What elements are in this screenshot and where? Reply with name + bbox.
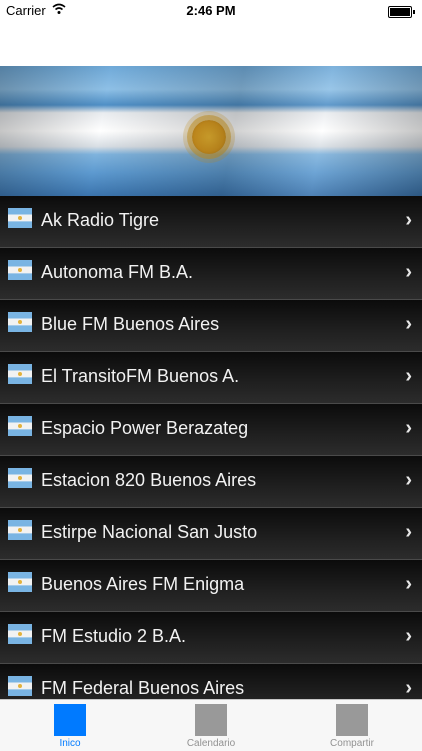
station-name: FM Federal Buenos Aires <box>41 678 245 698</box>
argentina-flag-icon <box>8 572 32 592</box>
argentina-flag-icon <box>8 468 32 488</box>
station-row[interactable]: FM Federal Buenos Aires › <box>0 664 422 699</box>
station-name: FM Estudio 2 B.A. <box>41 626 187 646</box>
chevron-right-icon: › <box>405 625 412 647</box>
argentina-flag-icon <box>8 260 32 280</box>
battery-icon <box>388 6 415 18</box>
station-row[interactable]: Blue FM Buenos Aires › <box>0 300 422 352</box>
chevron-right-icon: › <box>405 417 412 439</box>
station-row[interactable]: Ak Radio Tigre › <box>0 196 422 248</box>
argentina-flag-icon <box>8 520 32 540</box>
chevron-right-icon: › <box>405 677 412 699</box>
tab-icon <box>195 704 227 736</box>
station-name: El TransitoFM Buenos A. <box>41 366 240 386</box>
chevron-right-icon: › <box>405 209 412 231</box>
argentina-flag-icon <box>8 676 32 696</box>
status-bar: Carrier 2:46 PM <box>0 0 422 22</box>
navigation-bar <box>0 22 422 66</box>
tab-icon <box>54 704 86 736</box>
status-time: 2:46 PM <box>186 3 236 18</box>
station-row[interactable]: Espacio Power Berazateg › <box>0 404 422 456</box>
station-row[interactable]: Estirpe Nacional San Justo › <box>0 508 422 560</box>
station-row[interactable]: FM Estudio 2 B.A. › <box>0 612 422 664</box>
station-name: Estirpe Nacional San Justo <box>41 522 258 542</box>
station-name: Ak Radio Tigre <box>41 210 160 230</box>
argentina-flag-banner <box>0 66 422 196</box>
tab-label: Calendario <box>186 738 236 749</box>
argentina-flag-icon <box>8 364 32 384</box>
chevron-right-icon: › <box>405 521 412 543</box>
station-row[interactable]: El TransitoFM Buenos A. › <box>0 352 422 404</box>
tab-icon <box>336 704 368 736</box>
station-name: Blue FM Buenos Aires <box>41 314 220 334</box>
station-name: Autonoma FM B.A. <box>41 262 194 282</box>
chevron-right-icon: › <box>405 313 412 335</box>
tab-bar: Inico Calendario Compartir <box>0 699 422 751</box>
tab-calendario[interactable]: Calendario <box>141 700 281 751</box>
tab-label: Compartir <box>330 738 374 749</box>
tab-inicio[interactable]: Inico <box>0 700 140 751</box>
argentina-flag-icon <box>8 312 32 332</box>
argentina-flag-icon <box>8 416 32 436</box>
station-row[interactable]: Buenos Aires FM Enigma › <box>0 560 422 612</box>
argentina-flag-icon <box>8 208 32 228</box>
chevron-right-icon: › <box>405 365 412 387</box>
tab-label: Inico <box>59 738 81 749</box>
station-name: Espacio Power Berazateg <box>41 418 249 438</box>
chevron-right-icon: › <box>405 573 412 595</box>
station-name: Estacion 820 Buenos Aires <box>41 470 257 490</box>
station-row[interactable]: Autonoma FM B.A. › <box>0 248 422 300</box>
chevron-right-icon: › <box>405 261 412 283</box>
station-name: Buenos Aires FM Enigma <box>41 574 245 594</box>
chevron-right-icon: › <box>405 469 412 491</box>
tab-compartir[interactable]: Compartir <box>282 700 422 751</box>
station-row[interactable]: Estacion 820 Buenos Aires › <box>0 456 422 508</box>
radio-station-list[interactable]: Ak Radio Tigre › Autonoma FM B.A. › Blue FM … <box>0 196 422 699</box>
argentina-flag-icon <box>8 624 32 644</box>
